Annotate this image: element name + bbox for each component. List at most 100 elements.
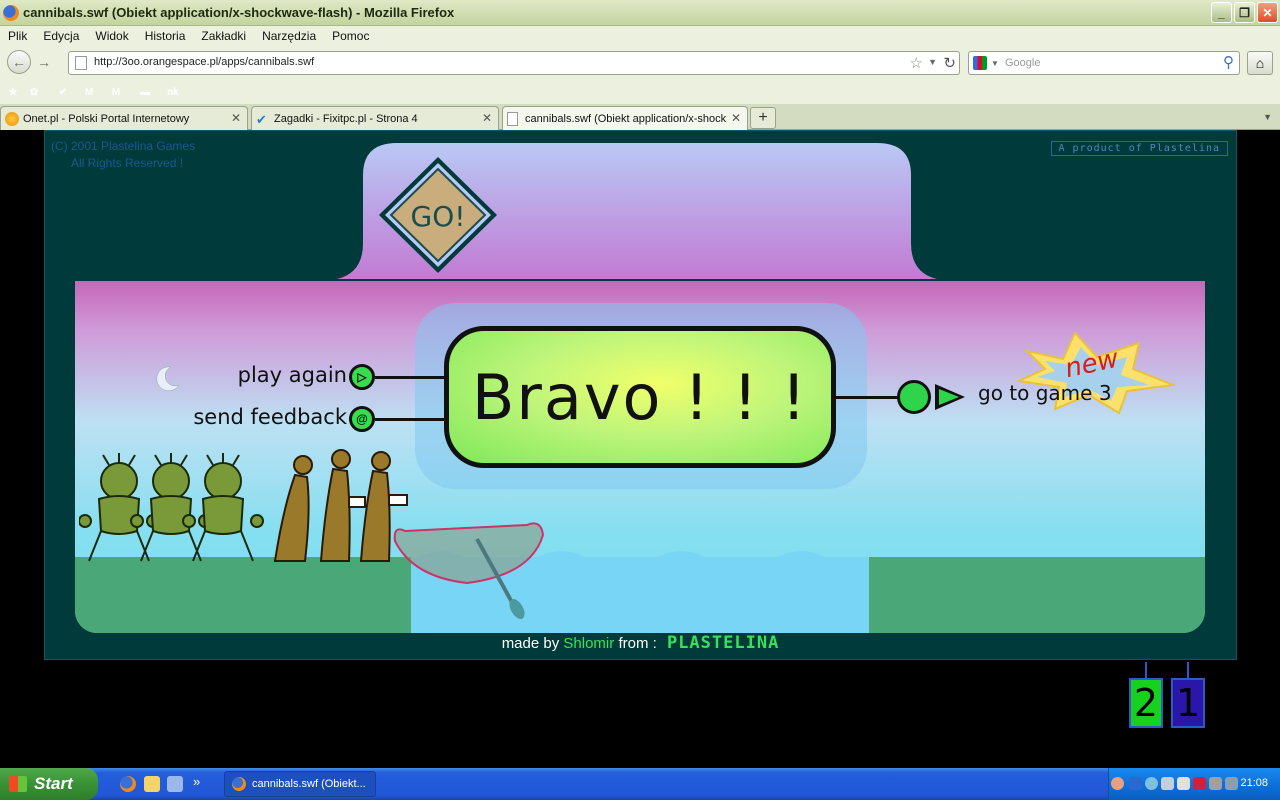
page-content: (C) 2001 Plastelina Games All Rights Res… (0, 130, 1280, 768)
tray-app-icon[interactable] (1161, 777, 1174, 790)
document-favicon-icon (507, 112, 518, 126)
madeby-author[interactable]: Shlomir (563, 635, 614, 652)
url-bar[interactable]: http://3oo.orangespace.pl/apps/cannibals… (68, 51, 960, 75)
level-1-stem (1187, 662, 1189, 678)
window-titlebar[interactable]: cannibals.swf (Obiekt application/x-shoc… (0, 0, 1280, 26)
firefox-quicklaunch-icon[interactable] (120, 776, 136, 792)
level-1-indicator[interactable]: 1 (1171, 678, 1205, 728)
tab-list-icon[interactable]: ▼ (1263, 112, 1272, 122)
app-quicklaunch-icon[interactable] (167, 776, 183, 792)
bravo-banner: Bravo ! ! ! (444, 326, 836, 468)
tray-app-icon-4[interactable] (1209, 777, 1222, 790)
left-bank (75, 557, 411, 633)
copyright-line-2: All Rights Reserved ! (71, 156, 184, 170)
back-button[interactable]: ← (7, 50, 31, 74)
url-dropdown-icon[interactable]: ▼ (928, 57, 937, 67)
menu-widok[interactable]: Widok (95, 29, 128, 43)
page-favicon-icon (75, 56, 87, 70)
network-icon[interactable] (1145, 777, 1158, 790)
m-icon[interactable]: M (108, 84, 124, 100)
send-feedback-button[interactable]: @ (349, 406, 375, 432)
play-again-label[interactable]: play again (235, 363, 347, 387)
search-placeholder: Google (1005, 57, 1041, 69)
windows-flag-icon (9, 776, 27, 792)
go-label: GO! (411, 200, 466, 233)
firefox-task-icon (232, 777, 246, 791)
menu-bar: Plik Edycja Widok Historia Zakładki Narz… (0, 26, 1280, 46)
nk-icon[interactable]: nk (165, 84, 181, 100)
folder-quicklaunch-icon[interactable] (144, 776, 160, 792)
maximize-button[interactable]: ❐ (1234, 2, 1255, 23)
volume-icon[interactable] (1225, 777, 1238, 790)
menu-narzedzia[interactable]: Narzędzia (262, 29, 316, 43)
quicklaunch-more-icon[interactable]: » (193, 774, 200, 789)
game-scene: Bravo ! ! ! play again ▷ send feedback @… (75, 281, 1205, 633)
product-label: A product of Plastelina (1050, 141, 1228, 156)
send-feedback-label[interactable]: send feedback (185, 405, 347, 429)
boat (393, 522, 545, 619)
moon-icon (156, 366, 180, 391)
clock[interactable]: 21:08 (1240, 777, 1268, 789)
bookmark-star-icon[interactable]: ☆ (910, 54, 923, 72)
menu-historia[interactable]: Historia (145, 29, 186, 43)
copyright-line-1: (C) 2001 Plastelina Games (51, 139, 196, 153)
minimize-button[interactable]: _ (1211, 2, 1232, 23)
goto-button[interactable] (897, 380, 931, 414)
goto-arrow-fill (939, 389, 959, 405)
tab-strip: Onet.pl - Polski Portal Internetowy ✕ ✔ … (0, 104, 1280, 130)
new-tab-button[interactable]: + (750, 107, 776, 129)
play-again-button[interactable]: ▷ (349, 364, 375, 390)
taskbar-window-button[interactable]: cannibals.swf (Obiekt... (224, 771, 376, 797)
tray-app-icon-2[interactable] (1177, 777, 1190, 790)
search-icon[interactable]: ⚲ (1223, 53, 1234, 71)
level-2-stem (1145, 662, 1147, 678)
goto-wire (836, 396, 898, 399)
play-again-wire (375, 376, 445, 379)
tab-label: Onet.pl - Polski Portal Internetowy (23, 113, 190, 125)
tab-cannibals[interactable]: cannibals.swf (Obiekt application/x-shoc… (502, 106, 748, 130)
flash-game[interactable]: (C) 2001 Plastelina Games All Rights Res… (44, 130, 1237, 660)
gmail-icon[interactable]: M (81, 84, 97, 100)
tab-zagadki[interactable]: ✔ Zagadki - Fixitpc.pl - Strona 4 ✕ (251, 106, 499, 130)
start-label: Start (34, 774, 73, 793)
menu-pomoc[interactable]: Pomoc (332, 29, 369, 43)
star-bookmark-icon[interactable]: ★ (5, 84, 21, 100)
tab-label: cannibals.swf (Obiekt application/x-shoc… (525, 113, 727, 125)
navigation-toolbar: ← → http://3oo.orangespace.pl/apps/canni… (0, 46, 1280, 80)
windows-taskbar: Start » cannibals.swf (Obiekt... 21:08 (0, 768, 1280, 800)
url-text[interactable]: http://3oo.orangespace.pl/apps/cannibals… (94, 56, 314, 68)
forward-button[interactable]: → (34, 50, 54, 74)
search-bar[interactable]: ▼ Google ⚲ (968, 51, 1240, 75)
shield-icon[interactable] (1129, 777, 1142, 790)
orange-icon[interactable]: ▬ (137, 84, 153, 100)
level-2-indicator[interactable]: 2 (1129, 678, 1163, 728)
fixitpc-favicon-icon: ✔ (256, 112, 267, 127)
cannibals (79, 453, 264, 562)
reload-icon[interactable]: ↻ (943, 54, 956, 72)
google-engine-icon[interactable] (973, 56, 987, 70)
madeby-from: from : (618, 635, 657, 652)
engine-dropdown-icon[interactable]: ▼ (991, 59, 999, 68)
start-button[interactable]: Start (0, 768, 98, 800)
goto-game-label[interactable]: go to game 3 (978, 381, 1112, 405)
tab-close-icon[interactable]: ✕ (731, 111, 741, 125)
tab-close-icon[interactable]: ✕ (482, 111, 492, 125)
menu-edycja[interactable]: Edycja (43, 29, 79, 43)
menu-zakladki[interactable]: Zakładki (201, 29, 246, 43)
copyright-text: (C) 2001 Plastelina Games All Rights Res… (51, 138, 195, 172)
tab-onet[interactable]: Onet.pl - Polski Portal Internetowy ✕ (0, 106, 248, 130)
bookmark-icon-2[interactable]: ✿ (26, 84, 42, 100)
madeby-brand[interactable]: PLASTELINA (667, 633, 779, 653)
tab-close-icon[interactable]: ✕ (231, 111, 241, 125)
tray-app-icon-3[interactable] (1193, 777, 1206, 790)
onet-favicon-icon (5, 112, 19, 126)
right-bank (869, 557, 1205, 633)
home-button[interactable]: ⌂ (1247, 51, 1273, 75)
menu-plik[interactable]: Plik (8, 29, 27, 43)
close-button[interactable]: ✕ (1257, 2, 1278, 23)
firefox-logo-icon (3, 4, 19, 21)
bookmarks-toolbar: ★ ✿ ✔ M M ▬ nk (0, 80, 1280, 104)
credits: made by Shlomir from : PLASTELINA (45, 633, 1236, 653)
bookmark-icon-3[interactable]: ✔ (55, 84, 71, 100)
tray-expand-icon[interactable] (1111, 777, 1124, 790)
